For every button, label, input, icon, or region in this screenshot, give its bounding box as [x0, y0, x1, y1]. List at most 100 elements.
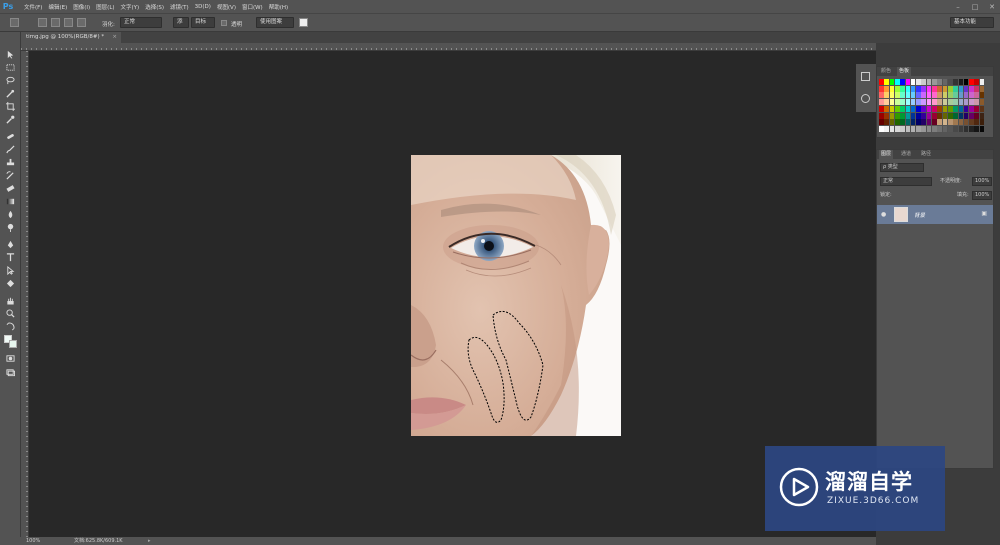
color-swatch[interactable]: [921, 105, 927, 112]
color-swatch[interactable]: [884, 112, 889, 119]
menu-file[interactable]: 文件(F): [24, 3, 42, 11]
menu-edit[interactable]: 编辑(E): [48, 3, 67, 11]
type-tool-icon[interactable]: [5, 253, 16, 262]
color-swatch[interactable]: [879, 92, 884, 99]
color-swatch[interactable]: [910, 99, 916, 106]
subtract-selection-icon[interactable]: [64, 18, 73, 27]
color-swatch[interactable]: [947, 119, 953, 126]
fill-field[interactable]: 100%: [972, 191, 992, 200]
maximize-icon[interactable]: □: [971, 3, 979, 11]
color-swatch[interactable]: [879, 85, 884, 92]
color-swatch[interactable]: [921, 99, 927, 106]
color-swatch[interactable]: [958, 99, 964, 106]
color-swatch[interactable]: [947, 125, 953, 132]
tab-color[interactable]: 颜色: [879, 67, 893, 76]
color-swatch[interactable]: [932, 112, 937, 119]
color-swatch[interactable]: [942, 99, 948, 106]
color-swatch[interactable]: [910, 85, 916, 92]
color-swatch[interactable]: [900, 125, 905, 132]
new-selection-icon[interactable]: [38, 18, 47, 27]
color-swatch[interactable]: [942, 112, 948, 119]
color-swatch[interactable]: [910, 105, 916, 112]
color-swatch[interactable]: [937, 79, 942, 85]
menu-help[interactable]: 帮助(H): [269, 3, 288, 11]
color-swatch[interactable]: [958, 79, 964, 85]
menu-3d[interactable]: 3D(D): [195, 4, 211, 10]
color-swatch[interactable]: [926, 79, 932, 85]
color-swatch[interactable]: [937, 105, 942, 112]
color-swatch[interactable]: [979, 112, 985, 119]
pen-tool-icon[interactable]: [5, 240, 16, 249]
color-swatch[interactable]: [932, 105, 937, 112]
color-swatch[interactable]: [905, 99, 911, 106]
color-swatch[interactable]: [963, 112, 969, 119]
color-swatch[interactable]: [889, 79, 895, 85]
shape-tool-icon[interactable]: [5, 279, 16, 288]
menu-window[interactable]: 窗口(W): [242, 3, 263, 11]
visibility-eye-icon[interactable]: ●: [881, 211, 886, 218]
color-swatch[interactable]: [958, 105, 964, 112]
color-swatch[interactable]: [900, 112, 905, 119]
color-swatch[interactable]: [926, 112, 932, 119]
marquee-tool-icon[interactable]: [5, 63, 16, 72]
color-swatch[interactable]: [963, 125, 969, 132]
document-tab[interactable]: timg.jpg @ 100%(RGB/8#) * ×: [21, 32, 121, 43]
menu-type[interactable]: 文字(Y): [121, 3, 140, 11]
eraser-icon[interactable]: [5, 184, 16, 193]
color-swatch[interactable]: [916, 125, 921, 132]
transparent-checkbox[interactable]: [221, 20, 227, 26]
color-swatch[interactable]: [953, 119, 958, 126]
color-swatch[interactable]: [879, 119, 884, 126]
menu-view[interactable]: 视图(V): [217, 3, 236, 11]
color-swatch[interactable]: [969, 85, 974, 92]
document-image[interactable]: [411, 155, 621, 436]
color-swatch[interactable]: [900, 92, 905, 99]
color-swatch[interactable]: [953, 92, 958, 99]
color-swatch[interactable]: [942, 79, 948, 85]
color-swatch[interactable]: [921, 92, 927, 99]
color-swatch[interactable]: [905, 105, 911, 112]
color-swatch[interactable]: [969, 99, 974, 106]
color-swatch[interactable]: [905, 85, 911, 92]
workspace-dropdown[interactable]: 基本功能: [950, 17, 994, 28]
color-swatch[interactable]: [979, 119, 985, 126]
color-swatch[interactable]: [926, 105, 932, 112]
color-swatch[interactable]: [926, 85, 932, 92]
color-swatch[interactable]: [926, 119, 932, 126]
color-swatch[interactable]: [974, 99, 980, 106]
color-swatch[interactable]: [979, 105, 985, 112]
color-swatch[interactable]: [947, 92, 953, 99]
color-swatch[interactable]: [910, 79, 916, 85]
close-icon[interactable]: ✕: [988, 3, 996, 11]
color-swatch[interactable]: [953, 99, 958, 106]
swap-colors-icon[interactable]: [5, 322, 16, 331]
horizontal-ruler[interactable]: [21, 43, 876, 51]
color-swatch[interactable]: [889, 112, 895, 119]
color-swatch[interactable]: [879, 125, 884, 132]
color-swatch[interactable]: [905, 119, 911, 126]
color-swatch[interactable]: [942, 92, 948, 99]
color-swatch[interactable]: [974, 119, 980, 126]
layer-filter-dropdown[interactable]: ρ 类型: [880, 163, 924, 172]
color-swatch[interactable]: [889, 92, 895, 99]
color-swatch[interactable]: [910, 125, 916, 132]
destination-button[interactable]: 目标: [191, 17, 215, 28]
background-color-swatch[interactable]: [9, 340, 17, 348]
color-swatch[interactable]: [884, 85, 889, 92]
color-swatch[interactable]: [974, 85, 980, 92]
minimize-icon[interactable]: –: [954, 3, 962, 11]
color-swatch[interactable]: [947, 99, 953, 106]
color-swatch[interactable]: [900, 79, 905, 85]
properties-panel-icon[interactable]: [861, 94, 870, 103]
color-swatch[interactable]: [894, 79, 900, 85]
color-swatch[interactable]: [963, 105, 969, 112]
color-swatch[interactable]: [942, 119, 948, 126]
color-swatch[interactable]: [958, 119, 964, 126]
quick-select-icon[interactable]: [5, 89, 16, 98]
color-swatch[interactable]: [879, 105, 884, 112]
opacity-field[interactable]: 100%: [972, 177, 992, 186]
color-swatch[interactable]: [889, 119, 895, 126]
color-swatch[interactable]: [947, 79, 953, 85]
color-swatch[interactable]: [894, 125, 900, 132]
color-swatch[interactable]: [932, 79, 937, 85]
